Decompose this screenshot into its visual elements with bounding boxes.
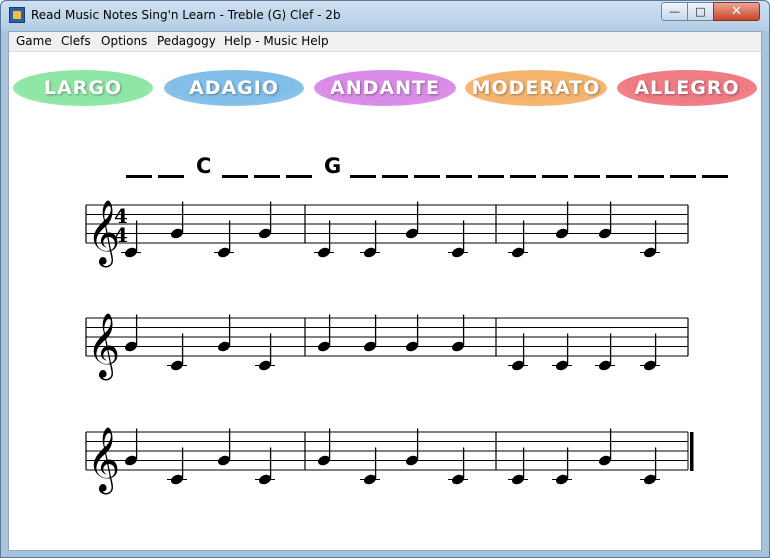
maximize-icon: □ bbox=[695, 5, 706, 18]
music-score: 𝄞44𝄞𝄞 bbox=[85, 200, 694, 494]
final-bar-line bbox=[690, 432, 694, 471]
maximize-button[interactable]: □ bbox=[687, 2, 714, 21]
close-icon: ✕ bbox=[731, 4, 742, 19]
minimize-button[interactable]: — bbox=[661, 2, 688, 21]
title-bar[interactable]: Read Music Notes Sing'n Learn - Treble (… bbox=[1, 1, 769, 31]
treble-clef-icon: 𝄞 bbox=[87, 313, 120, 380]
minimize-icon: — bbox=[669, 5, 680, 18]
client-area: Game Clefs Options Pedagogy Help - Music… bbox=[8, 31, 762, 551]
app-icon[interactable] bbox=[9, 7, 25, 23]
app-window: Read Music Notes Sing'n Learn - Treble (… bbox=[0, 0, 770, 558]
treble-clef-icon: 𝄞 bbox=[87, 427, 120, 494]
window-title: Read Music Notes Sing'n Learn - Treble (… bbox=[31, 8, 341, 22]
time-signature-denominator: 4 bbox=[114, 223, 128, 247]
close-button[interactable]: ✕ bbox=[713, 2, 760, 21]
